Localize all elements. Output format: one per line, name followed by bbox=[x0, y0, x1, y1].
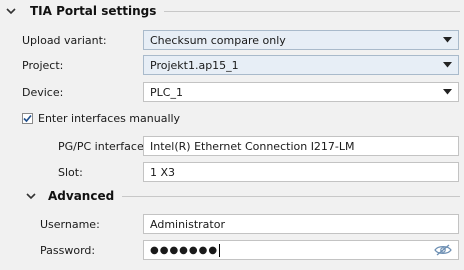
dropdown-arrow-icon[interactable] bbox=[442, 61, 452, 69]
dropdown-arrow-icon[interactable] bbox=[442, 36, 452, 44]
username-label: Username: bbox=[40, 218, 100, 231]
slot-label: Slot: bbox=[58, 166, 83, 179]
dropdown-arrow-icon[interactable] bbox=[442, 88, 452, 96]
password-label: Password: bbox=[40, 244, 96, 257]
project-select[interactable]: Projekt1.ap15_1 bbox=[143, 55, 459, 75]
slot-field[interactable]: 1 X3 bbox=[143, 162, 459, 182]
section-title: Advanced bbox=[48, 189, 115, 203]
section-divider bbox=[122, 195, 460, 197]
project-label: Project: bbox=[22, 59, 64, 72]
checkmark-icon bbox=[23, 114, 32, 123]
enter-interfaces-manually-label: Enter interfaces manually bbox=[38, 112, 181, 125]
device-value: PLC_1 bbox=[150, 85, 183, 99]
section-header-advanced[interactable]: Advanced bbox=[24, 189, 460, 203]
slot-value: 1 X3 bbox=[150, 165, 176, 179]
password-field[interactable]: ●●●●●●● bbox=[143, 240, 459, 260]
username-value: Administrator bbox=[150, 217, 225, 231]
upload-variant-select[interactable]: Checksum compare only bbox=[143, 30, 459, 50]
enter-interfaces-manually-checkbox-row[interactable]: Enter interfaces manually bbox=[22, 112, 180, 125]
pgpc-interface-field[interactable]: Intel(R) Ethernet Connection I217-LM bbox=[143, 136, 459, 156]
pgpc-interface-label: PG/PC interface: bbox=[58, 140, 148, 153]
section-title: TIA Portal settings bbox=[30, 4, 157, 18]
section-divider bbox=[164, 10, 460, 12]
project-value: Projekt1.ap15_1 bbox=[150, 58, 239, 72]
pgpc-interface-value: Intel(R) Ethernet Connection I217-LM bbox=[150, 139, 355, 153]
enter-interfaces-manually-checkbox[interactable] bbox=[22, 113, 33, 124]
chevron-down-icon[interactable] bbox=[4, 4, 18, 18]
username-field[interactable]: Administrator bbox=[143, 214, 459, 234]
upload-variant-value: Checksum compare only bbox=[150, 33, 286, 47]
chevron-down-icon[interactable] bbox=[24, 189, 38, 203]
text-caret bbox=[219, 243, 221, 257]
password-value: ●●●●●●● bbox=[150, 244, 219, 256]
upload-variant-label: Upload variant: bbox=[22, 34, 107, 47]
device-label: Device: bbox=[22, 86, 64, 99]
eye-hidden-icon[interactable] bbox=[434, 244, 452, 256]
device-select[interactable]: PLC_1 bbox=[143, 82, 459, 102]
section-header-tia-portal-settings[interactable]: TIA Portal settings bbox=[4, 4, 460, 18]
